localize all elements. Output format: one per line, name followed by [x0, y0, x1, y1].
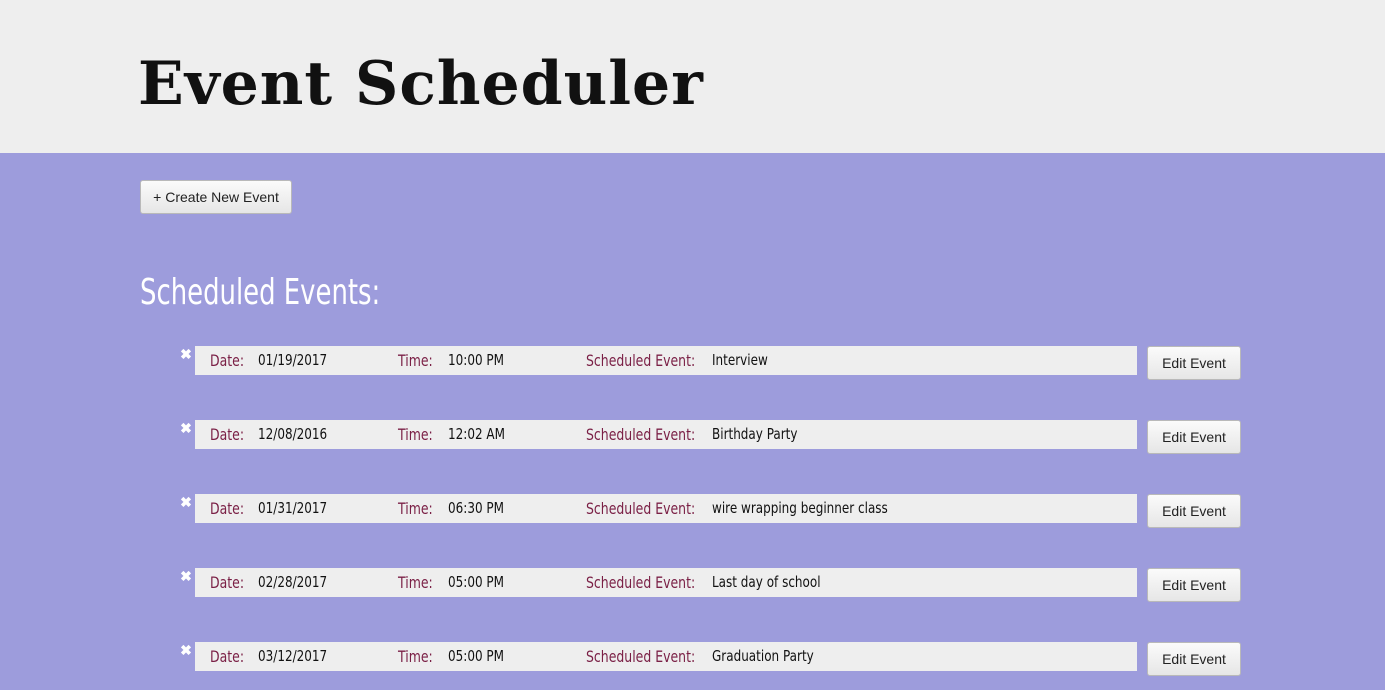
time-label: Time:	[398, 499, 433, 518]
event-time: 06:30 PM	[448, 499, 504, 517]
event-details-bar: Date: 01/31/2017 Time: 06:30 PM Schedule…	[195, 494, 1137, 523]
scheduled-event-label: Scheduled Event:	[586, 425, 696, 444]
event-date: 01/19/2017	[258, 351, 328, 369]
date-label: Date:	[210, 647, 245, 666]
edit-event-button[interactable]: Edit Event	[1147, 346, 1241, 380]
event-name: Interview	[712, 351, 768, 369]
delete-icon[interactable]: ✖	[178, 494, 194, 510]
delete-icon[interactable]: ✖	[178, 642, 194, 658]
event-details-bar: Date: 03/12/2017 Time: 05:00 PM Schedule…	[195, 642, 1137, 671]
scheduled-event-label: Scheduled Event:	[586, 351, 696, 370]
delete-icon[interactable]: ✖	[178, 568, 194, 584]
time-label: Time:	[398, 351, 433, 370]
edit-event-button[interactable]: Edit Event	[1147, 642, 1241, 676]
event-row: ✖ Date: 01/19/2017 Time: 10:00 PM Schedu…	[0, 346, 1385, 382]
time-label: Time:	[398, 573, 433, 592]
app-title: Event Scheduler	[138, 49, 704, 119]
event-time: 10:00 PM	[448, 351, 504, 369]
event-name: Last day of school	[712, 573, 821, 591]
event-date: 12/08/2016	[258, 425, 328, 443]
date-label: Date:	[210, 573, 245, 592]
event-details-bar: Date: 02/28/2017 Time: 05:00 PM Schedule…	[195, 568, 1137, 597]
date-label: Date:	[210, 499, 245, 518]
edit-event-button[interactable]: Edit Event	[1147, 494, 1241, 528]
app-header: Event Scheduler	[0, 0, 1385, 153]
scheduled-event-label: Scheduled Event:	[586, 573, 696, 592]
delete-icon[interactable]: ✖	[178, 346, 194, 362]
edit-event-button[interactable]: Edit Event	[1147, 420, 1241, 454]
event-name: wire wrapping beginner class	[712, 499, 888, 517]
event-row: ✖ Date: 12/08/2016 Time: 12:02 AM Schedu…	[0, 420, 1385, 456]
event-row: ✖ Date: 03/12/2017 Time: 05:00 PM Schedu…	[0, 642, 1385, 678]
event-time: 12:02 AM	[448, 425, 505, 443]
event-time: 05:00 PM	[448, 573, 504, 591]
scheduled-event-label: Scheduled Event:	[586, 499, 696, 518]
event-name: Graduation Party	[712, 647, 814, 665]
event-date: 02/28/2017	[258, 573, 328, 591]
event-details-bar: Date: 12/08/2016 Time: 12:02 AM Schedule…	[195, 420, 1137, 449]
date-label: Date:	[210, 425, 245, 444]
events-list: ✖ Date: 01/19/2017 Time: 10:00 PM Schedu…	[0, 153, 1385, 690]
time-label: Time:	[398, 425, 433, 444]
event-row: ✖ Date: 02/28/2017 Time: 05:00 PM Schedu…	[0, 568, 1385, 604]
main-content: + Create New Event Scheduled Events: ✖ D…	[0, 153, 1385, 690]
event-time: 05:00 PM	[448, 647, 504, 665]
event-details-bar: Date: 01/19/2017 Time: 10:00 PM Schedule…	[195, 346, 1137, 375]
time-label: Time:	[398, 647, 433, 666]
event-date: 03/12/2017	[258, 647, 328, 665]
edit-event-button[interactable]: Edit Event	[1147, 568, 1241, 602]
event-date: 01/31/2017	[258, 499, 328, 517]
delete-icon[interactable]: ✖	[178, 420, 194, 436]
event-name: Birthday Party	[712, 425, 798, 443]
event-row: ✖ Date: 01/31/2017 Time: 06:30 PM Schedu…	[0, 494, 1385, 530]
date-label: Date:	[210, 351, 245, 370]
scheduled-event-label: Scheduled Event:	[586, 647, 696, 666]
